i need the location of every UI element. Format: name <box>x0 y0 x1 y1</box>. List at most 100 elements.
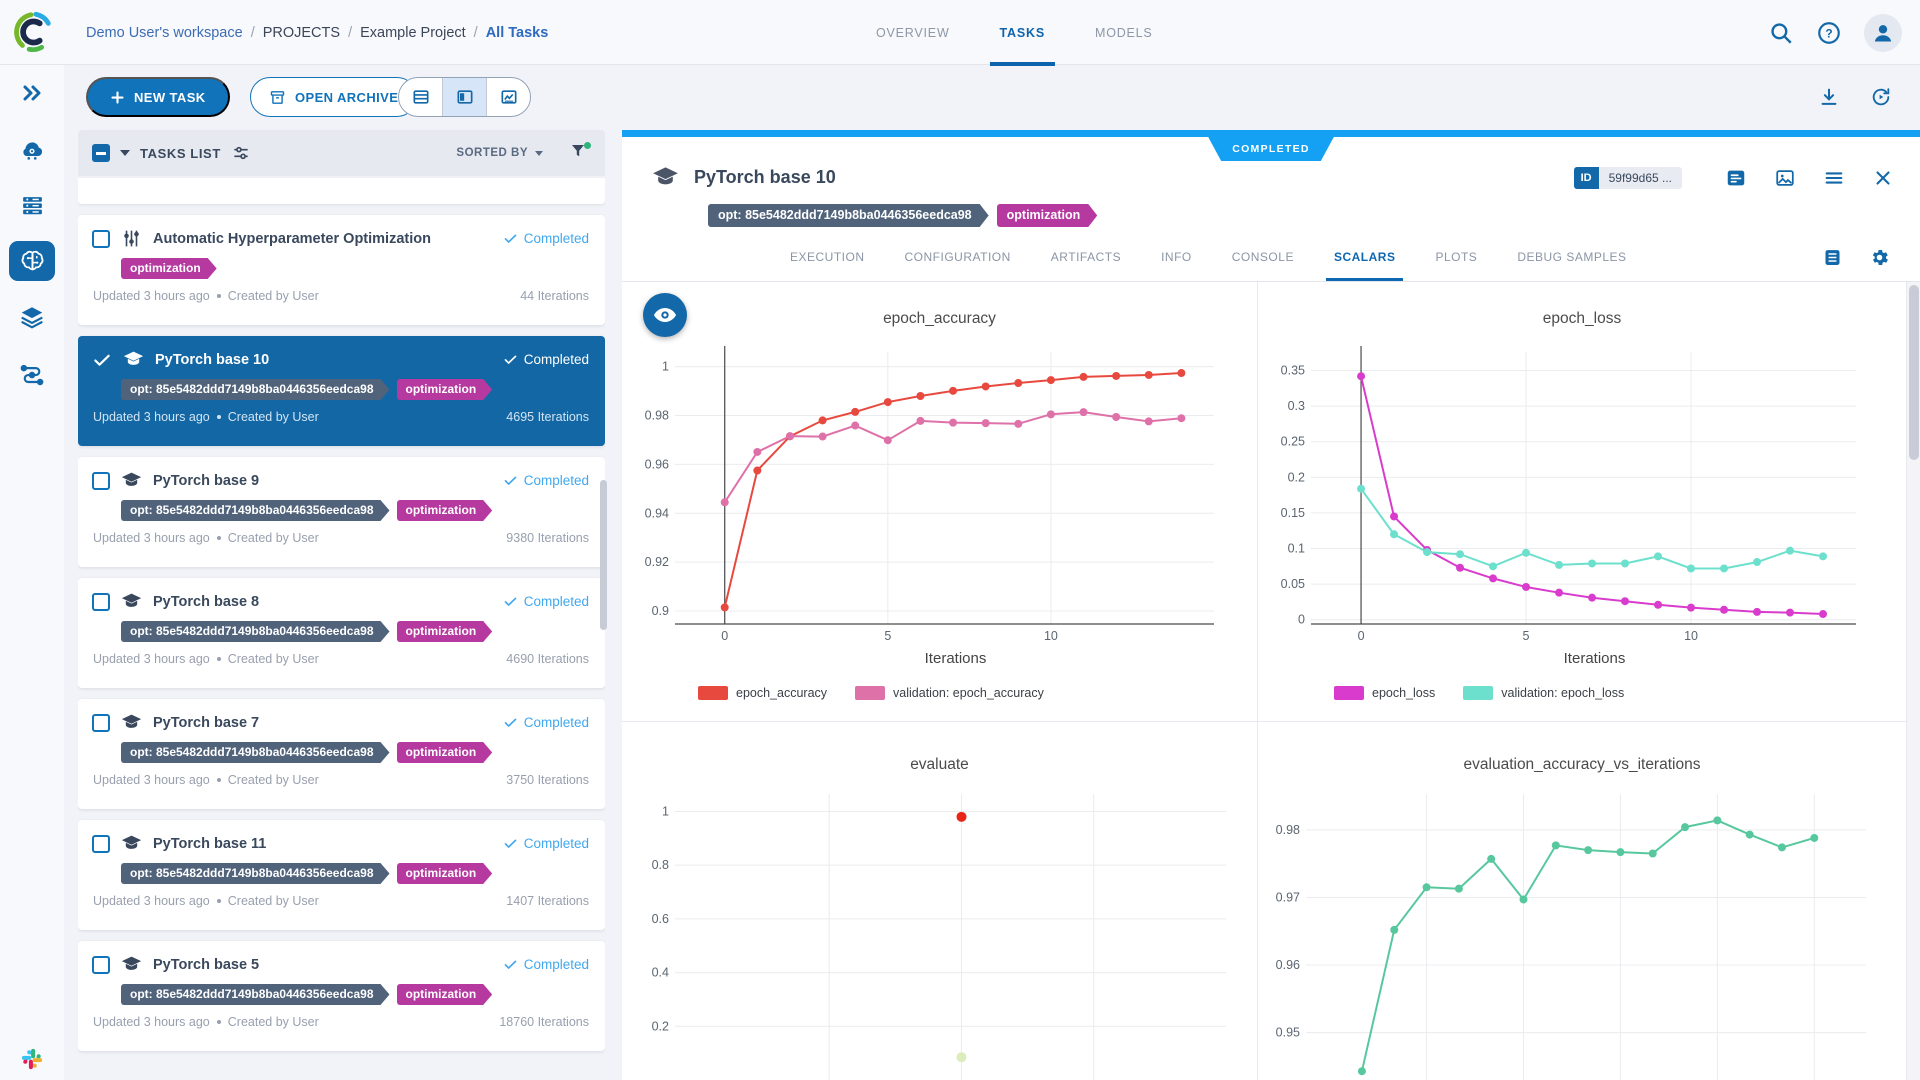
tag[interactable]: opt: 85e5482ddd7149b8ba0446356eedca98 <box>121 984 390 1005</box>
settings-gear-icon[interactable] <box>1869 247 1890 268</box>
tag[interactable]: opt: 85e5482ddd7149b8ba0446356eedca98 <box>121 500 390 521</box>
task-name[interactable]: Automatic Hyperparameter Optimization <box>153 231 431 247</box>
nav-tab-tasks[interactable]: TASKS <box>996 0 1049 65</box>
metrics-table-icon[interactable] <box>1822 247 1843 268</box>
chart-cell-epoch-loss[interactable]: epoch_loss 00.050.10.150.20.250.30.350510… <box>1258 282 1906 722</box>
tag[interactable]: opt: 85e5482ddd7149b8ba0446356eedca98 <box>121 621 390 642</box>
slack-icon[interactable] <box>21 1048 43 1070</box>
sidebar-item-pipelines[interactable] <box>0 345 64 401</box>
task-row-5[interactable]: PyTorch base 11Completedopt: 85e5482ddd7… <box>78 820 605 930</box>
row-checkbox[interactable] <box>92 472 110 490</box>
tag[interactable]: optimization <box>397 500 493 521</box>
nav-tab-models[interactable]: MODELS <box>1091 0 1157 65</box>
sidebar-item-queues[interactable] <box>0 177 64 233</box>
legend-item[interactable]: epoch_accuracy <box>698 686 827 700</box>
tag[interactable]: optimization <box>121 258 217 279</box>
detail-tab-artifacts[interactable]: ARTIFACTS <box>1051 233 1121 281</box>
detail-tab-configuration[interactable]: CONFIGURATION <box>905 233 1011 281</box>
task-name[interactable]: PyTorch base 11 <box>153 836 266 852</box>
tag[interactable]: optimization <box>397 863 493 884</box>
tag[interactable]: optimization <box>397 379 493 400</box>
tag[interactable]: opt: 85e5482ddd7149b8ba0446356eedca98 <box>121 863 390 884</box>
sidebar-item-dashboard[interactable] <box>0 121 64 177</box>
breadcrumb-item[interactable]: All Tasks <box>486 25 549 41</box>
nav-tab-overview[interactable]: OVERVIEW <box>872 0 954 65</box>
row-checkbox[interactable] <box>92 956 110 974</box>
legend-item[interactable]: validation: epoch_loss <box>1463 686 1624 700</box>
row-selected-check-icon[interactable] <box>92 350 112 370</box>
row-checkbox[interactable] <box>92 835 110 853</box>
hide-metrics-button[interactable] <box>643 293 687 337</box>
task-row-1[interactable]: PyTorch base 10Completedopt: 85e5482ddd7… <box>78 336 605 446</box>
detail-scrollbar[interactable] <box>1906 282 1920 1080</box>
expand-rail-button[interactable] <box>0 65 64 121</box>
detail-tag[interactable]: optimization <box>997 204 1098 227</box>
auto-refresh-icon[interactable] <box>1870 86 1892 108</box>
sorted-by-button[interactable]: SORTED BY <box>456 147 543 159</box>
chart-plot-evaluation_accuracy_vs_iterations[interactable]: 0.950.960.970.98 <box>1258 786 1906 1080</box>
image-icon[interactable] <box>1774 167 1796 189</box>
check-icon <box>503 957 518 972</box>
detail-tag[interactable]: opt: 85e5482ddd7149b8ba0446356eedca98 <box>708 204 989 227</box>
tasks-list-scrollbar[interactable] <box>600 480 607 630</box>
search-icon[interactable] <box>1768 20 1794 46</box>
open-archive-button[interactable]: OPEN ARCHIVE <box>250 77 417 117</box>
check-icon <box>503 594 518 609</box>
table-view-button[interactable] <box>399 78 442 116</box>
tag[interactable]: optimization <box>397 742 493 763</box>
task-name[interactable]: PyTorch base 7 <box>153 715 259 731</box>
task-row-3[interactable]: PyTorch base 8Completedopt: 85e5482ddd71… <box>78 578 605 688</box>
detail-tab-debug-samples[interactable]: DEBUG SAMPLES <box>1517 233 1626 281</box>
detail-tab-scalars[interactable]: SCALARS <box>1334 233 1396 281</box>
tag[interactable]: opt: 85e5482ddd7149b8ba0446356eedca98 <box>121 379 390 400</box>
sidebar-item-datasets[interactable] <box>0 289 64 345</box>
chart-cell-evaluation-accuracy[interactable]: evaluation_accuracy_vs_iterations0.950.9… <box>1258 722 1906 1080</box>
chart-plot-evaluate[interactable]: 0.20.40.60.81 <box>622 786 1256 1080</box>
tag[interactable]: optimization <box>397 621 493 642</box>
detail-tab-execution[interactable]: EXECUTION <box>790 233 865 281</box>
chart-cell-evaluate[interactable]: evaluate0.20.40.60.81 <box>622 722 1258 1080</box>
filter-button[interactable] <box>569 142 591 164</box>
task-row-6[interactable]: PyTorch base 5Completedopt: 85e5482ddd71… <box>78 941 605 1051</box>
user-avatar[interactable] <box>1864 14 1902 52</box>
tasks-scroll-area[interactable]: Automatic Hyperparameter OptimizationCom… <box>78 176 605 1080</box>
task-name[interactable]: PyTorch base 9 <box>153 473 259 489</box>
help-icon[interactable]: ? <box>1816 20 1842 46</box>
task-details-icon[interactable] <box>1725 167 1747 189</box>
row-checkbox[interactable] <box>92 230 110 248</box>
menu-icon[interactable] <box>1823 167 1845 189</box>
split-view-button[interactable] <box>442 78 486 116</box>
row-checkbox[interactable] <box>92 593 110 611</box>
task-row-0[interactable]: Automatic Hyperparameter OptimizationCom… <box>78 215 605 325</box>
detail-tab-info[interactable]: INFO <box>1161 233 1192 281</box>
task-name[interactable]: PyTorch base 5 <box>153 957 259 973</box>
download-icon[interactable] <box>1818 86 1840 108</box>
task-row-2[interactable]: PyTorch base 9Completedopt: 85e5482ddd71… <box>78 457 605 567</box>
breadcrumb-item[interactable]: Demo User's workspace <box>86 25 243 41</box>
chart-cell-epoch-accuracy[interactable]: epoch_accuracy 0.90.920.940.960.9810510It… <box>622 282 1258 722</box>
chart-plot-epoch_accuracy[interactable]: 0.90.920.940.960.9810510Iterations <box>622 334 1256 678</box>
new-task-button[interactable]: NEW TASK <box>86 77 230 117</box>
detail-scrollbar-thumb[interactable] <box>1909 285 1919 460</box>
task-card-partial[interactable] <box>78 178 605 204</box>
select-all-checkbox[interactable] <box>92 144 110 162</box>
tag[interactable]: opt: 85e5482ddd7149b8ba0446356eedca98 <box>121 742 390 763</box>
tune-icon[interactable] <box>231 143 251 163</box>
task-name[interactable]: PyTorch base 8 <box>153 594 259 610</box>
legend-item[interactable]: epoch_loss <box>1334 686 1435 700</box>
updated-label: Updated 3 hours ago <box>93 773 210 787</box>
task-id-badge[interactable]: ID 59f99d65 ... <box>1574 167 1682 189</box>
tag[interactable]: optimization <box>397 984 493 1005</box>
sidebar-item-projects[interactable] <box>0 233 64 289</box>
legend-item[interactable]: validation: epoch_accuracy <box>855 686 1044 700</box>
select-dropdown-caret-icon[interactable] <box>120 150 130 156</box>
chart-plot-epoch_loss[interactable]: 00.050.10.150.20.250.30.350510Iterations <box>1258 334 1906 678</box>
close-icon[interactable] <box>1872 167 1894 189</box>
detail-tab-plots[interactable]: PLOTS <box>1435 233 1477 281</box>
detail-tab-console[interactable]: CONSOLE <box>1232 233 1294 281</box>
chart-view-button[interactable] <box>486 78 530 116</box>
row-checkbox[interactable] <box>92 714 110 732</box>
task-row-4[interactable]: PyTorch base 7Completedopt: 85e5482ddd71… <box>78 699 605 809</box>
task-name[interactable]: PyTorch base 10 <box>155 352 269 368</box>
clearml-logo-icon[interactable] <box>10 9 56 55</box>
